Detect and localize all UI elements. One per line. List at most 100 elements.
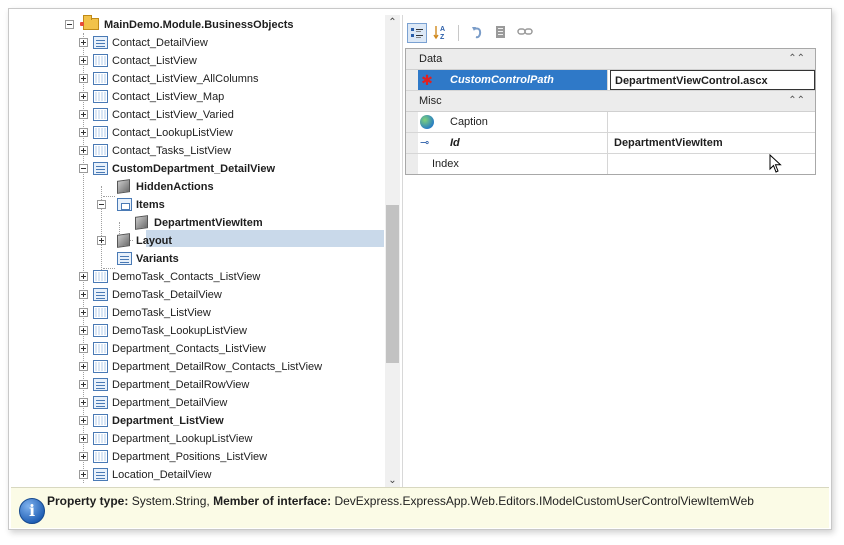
list-view-icon bbox=[93, 342, 108, 355]
list-view-icon bbox=[93, 360, 108, 373]
key-icon: ⊸ bbox=[420, 137, 430, 149]
list-view-icon bbox=[93, 108, 108, 121]
tree-line bbox=[103, 196, 115, 197]
cube-icon bbox=[117, 179, 130, 194]
property-type-label: Property type: bbox=[47, 494, 129, 508]
list-view-icon bbox=[93, 414, 108, 427]
expand-toggle[interactable] bbox=[79, 434, 88, 443]
property-value-input[interactable]: DepartmentViewControl.ascx bbox=[610, 70, 815, 90]
detail-view-icon bbox=[93, 396, 108, 409]
list-view-icon bbox=[93, 90, 108, 103]
expand-toggle[interactable] bbox=[79, 290, 88, 299]
property-name[interactable]: Caption bbox=[418, 112, 608, 132]
tree-vertical-scrollbar[interactable]: ⌃ ⌄ bbox=[385, 15, 400, 489]
property-name[interactable]: CustomControlPath bbox=[418, 70, 608, 90]
member-of-interface-label: Member of interface: bbox=[213, 494, 332, 508]
property-grid-toolbar: AZ bbox=[407, 23, 827, 43]
row-gutter bbox=[406, 154, 418, 174]
splitter[interactable] bbox=[402, 15, 403, 489]
property-value-input[interactable] bbox=[610, 112, 815, 132]
expand-toggle[interactable] bbox=[79, 452, 88, 461]
detail-view-icon bbox=[93, 162, 108, 175]
detail-view-icon bbox=[117, 252, 132, 265]
scroll-up-button[interactable]: ⌃ bbox=[385, 15, 400, 31]
list-view-icon bbox=[93, 270, 108, 283]
expand-toggle[interactable] bbox=[79, 272, 88, 281]
reset-icon bbox=[496, 26, 505, 38]
model-editor-window: MainDemo.Module.BusinessObjects Contact_… bbox=[8, 8, 832, 530]
expand-toggle[interactable] bbox=[79, 92, 88, 101]
property-value-input[interactable] bbox=[610, 154, 815, 174]
category-data[interactable]: Data ⌃⌃ bbox=[406, 49, 815, 70]
expand-toggle[interactable] bbox=[97, 236, 106, 245]
list-view-icon bbox=[93, 324, 108, 337]
expand-toggle[interactable] bbox=[79, 326, 88, 335]
cube-icon bbox=[135, 215, 148, 230]
categorized-button[interactable] bbox=[407, 23, 427, 43]
list-view-icon bbox=[93, 72, 108, 85]
row-gutter bbox=[406, 70, 418, 90]
undo-icon bbox=[472, 27, 482, 39]
toolbar-separator bbox=[458, 25, 459, 41]
info-icon: i bbox=[19, 498, 45, 524]
expand-toggle[interactable] bbox=[79, 128, 88, 137]
description-panel: i Property type: System.String, Member o… bbox=[11, 487, 829, 528]
property-grid: Data ⌃⌃ CustomControlPath ✱ DepartmentVi… bbox=[405, 48, 816, 175]
property-name[interactable]: Index bbox=[418, 154, 608, 174]
list-view-icon bbox=[93, 54, 108, 67]
property-row-index[interactable]: Index bbox=[406, 154, 815, 174]
category-label: Misc bbox=[419, 95, 442, 107]
expand-toggle[interactable] bbox=[79, 344, 88, 353]
detail-view-icon bbox=[93, 378, 108, 391]
row-gutter bbox=[406, 133, 418, 153]
items-icon bbox=[117, 198, 132, 211]
alphabetical-button[interactable]: AZ bbox=[431, 23, 451, 43]
member-of-interface-value: DevExpress.ExpressApp.Web.Editors.IModel… bbox=[334, 494, 754, 508]
svg-text:A: A bbox=[440, 26, 445, 33]
property-row-customcontrolpath[interactable]: CustomControlPath ✱ DepartmentViewContro… bbox=[406, 70, 815, 91]
expand-toggle[interactable] bbox=[79, 380, 88, 389]
list-view-icon bbox=[93, 306, 108, 319]
expand-toggle[interactable] bbox=[79, 416, 88, 425]
property-row-caption[interactable]: Caption bbox=[406, 112, 815, 133]
expand-toggle[interactable] bbox=[79, 470, 88, 479]
undo-button[interactable] bbox=[467, 23, 487, 43]
expand-toggle[interactable] bbox=[79, 308, 88, 317]
detail-view-icon bbox=[93, 36, 108, 49]
collapse-category-icon[interactable]: ⌃⌃ bbox=[788, 49, 805, 69]
reset-button[interactable] bbox=[491, 23, 511, 43]
property-name[interactable]: Id bbox=[418, 133, 608, 153]
collapse-toggle[interactable] bbox=[65, 20, 74, 29]
categorized-icon bbox=[411, 28, 423, 38]
list-view-icon bbox=[93, 450, 108, 463]
expand-toggle[interactable] bbox=[79, 146, 88, 155]
nodes-tree[interactable]: MainDemo.Module.BusinessObjects Contact_… bbox=[19, 15, 384, 489]
link-icon bbox=[517, 28, 533, 35]
expand-toggle[interactable] bbox=[79, 38, 88, 47]
expand-toggle[interactable] bbox=[79, 110, 88, 119]
expand-toggle[interactable] bbox=[79, 56, 88, 65]
required-star-icon: ✱ bbox=[421, 72, 433, 88]
expand-toggle[interactable] bbox=[79, 74, 88, 83]
collapse-category-icon[interactable]: ⌃⌃ bbox=[788, 91, 805, 111]
expand-toggle[interactable] bbox=[79, 362, 88, 371]
collapse-toggle[interactable] bbox=[97, 200, 106, 209]
sort-az-icon: AZ bbox=[433, 26, 445, 41]
collapse-toggle[interactable] bbox=[79, 164, 88, 173]
globe-icon bbox=[420, 115, 434, 129]
list-view-icon bbox=[93, 144, 108, 157]
list-view-icon bbox=[93, 432, 108, 445]
cube-icon bbox=[117, 233, 130, 248]
detail-view-icon bbox=[93, 288, 108, 301]
tree-selection-highlight bbox=[146, 230, 384, 247]
tree-line bbox=[101, 186, 102, 272]
scroll-thumb[interactable] bbox=[386, 205, 399, 363]
property-value-input[interactable]: DepartmentViewItem bbox=[610, 133, 815, 153]
property-row-id[interactable]: Id ⊸ DepartmentViewItem bbox=[406, 133, 815, 154]
description-text: Property type: System.String, Member of … bbox=[47, 494, 754, 508]
expand-toggle[interactable] bbox=[79, 398, 88, 407]
category-misc[interactable]: Misc ⌃⌃ bbox=[406, 91, 815, 112]
link-button[interactable] bbox=[515, 23, 535, 43]
detail-view-icon bbox=[93, 468, 108, 481]
folder-icon bbox=[80, 15, 99, 30]
